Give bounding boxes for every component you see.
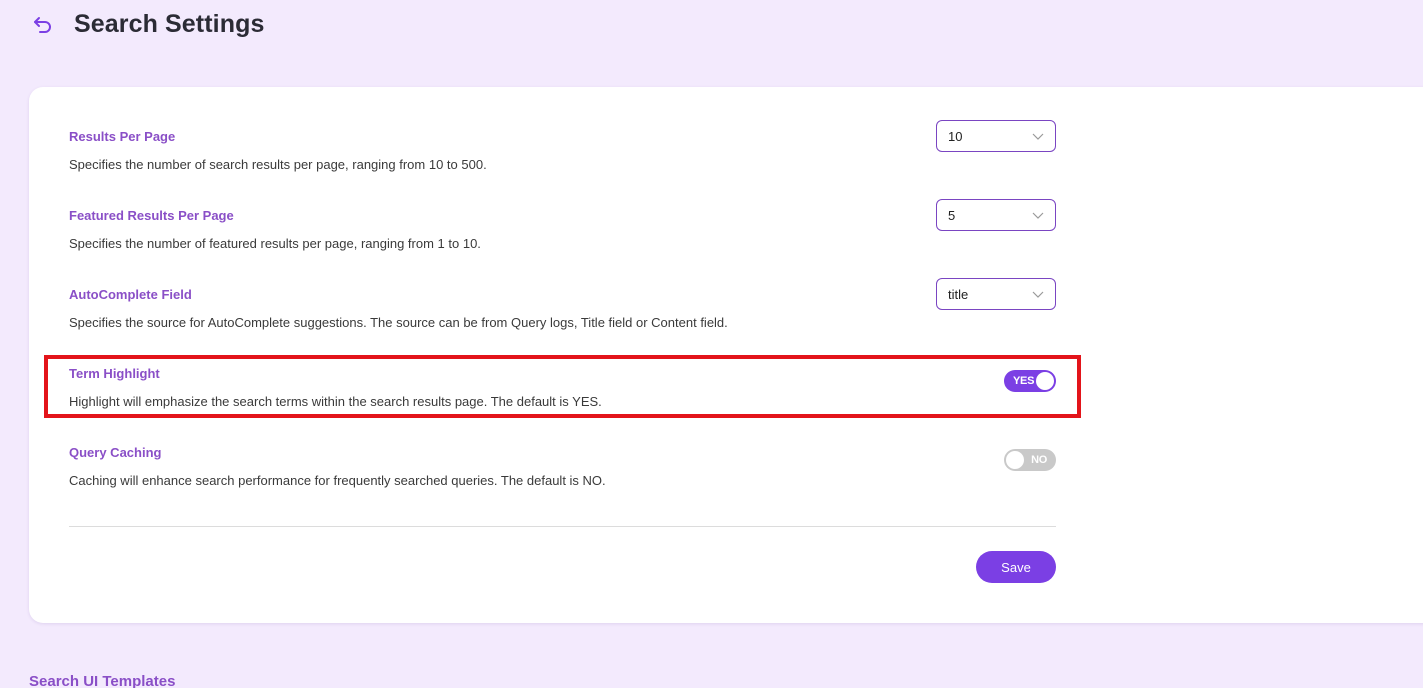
save-button[interactable]: Save bbox=[976, 551, 1056, 583]
setting-description: Specifies the number of search results p… bbox=[69, 157, 487, 172]
settings-card: Results Per Page Specifies the number of… bbox=[29, 87, 1423, 623]
setting-results-per-page: Results Per Page Specifies the number of… bbox=[69, 120, 1056, 189]
chevron-down-icon bbox=[1032, 133, 1044, 140]
setting-term-highlight: Term Highlight Highlight will emphasize … bbox=[69, 366, 1056, 426]
setting-label: Featured Results Per Page bbox=[69, 208, 234, 223]
select-value: 5 bbox=[948, 207, 956, 223]
query-caching-toggle[interactable]: NO bbox=[1004, 449, 1056, 471]
setting-label: AutoComplete Field bbox=[69, 287, 192, 302]
section-title-search-ui-templates: Search UI Templates bbox=[29, 673, 176, 688]
select-value: title bbox=[948, 286, 969, 302]
chevron-down-icon bbox=[1032, 291, 1044, 298]
setting-description: Highlight will emphasize the search term… bbox=[69, 394, 602, 409]
setting-description: Caching will enhance search performance … bbox=[69, 473, 606, 488]
setting-label: Results Per Page bbox=[69, 129, 176, 144]
toggle-label: YES bbox=[1013, 375, 1035, 387]
results-per-page-select[interactable]: 10 bbox=[936, 120, 1056, 152]
setting-query-caching: Query Caching Caching will enhance searc… bbox=[69, 445, 1056, 505]
toggle-knob bbox=[1006, 451, 1024, 469]
setting-featured-results-per-page: Featured Results Per Page Specifies the … bbox=[69, 199, 1056, 268]
setting-description: Specifies the number of featured results… bbox=[69, 236, 481, 251]
page-title: Search Settings bbox=[74, 10, 265, 38]
toggle-label: NO bbox=[1031, 454, 1047, 466]
page-header: Search Settings bbox=[30, 10, 264, 39]
select-value: 10 bbox=[948, 128, 963, 144]
setting-label: Query Caching bbox=[69, 445, 162, 460]
setting-description: Specifies the source for AutoComplete su… bbox=[69, 315, 728, 330]
back-button[interactable] bbox=[30, 12, 56, 38]
featured-results-per-page-select[interactable]: 5 bbox=[936, 199, 1056, 231]
chevron-down-icon bbox=[1032, 212, 1044, 219]
autocomplete-field-select[interactable]: title bbox=[936, 278, 1056, 310]
undo-arrow-icon bbox=[34, 16, 51, 33]
setting-autocomplete-field: AutoComplete Field Specifies the source … bbox=[69, 278, 1056, 347]
toggle-knob bbox=[1036, 372, 1054, 390]
term-highlight-toggle[interactable]: YES bbox=[1004, 370, 1056, 392]
divider bbox=[69, 526, 1056, 527]
setting-label: Term Highlight bbox=[69, 366, 160, 381]
